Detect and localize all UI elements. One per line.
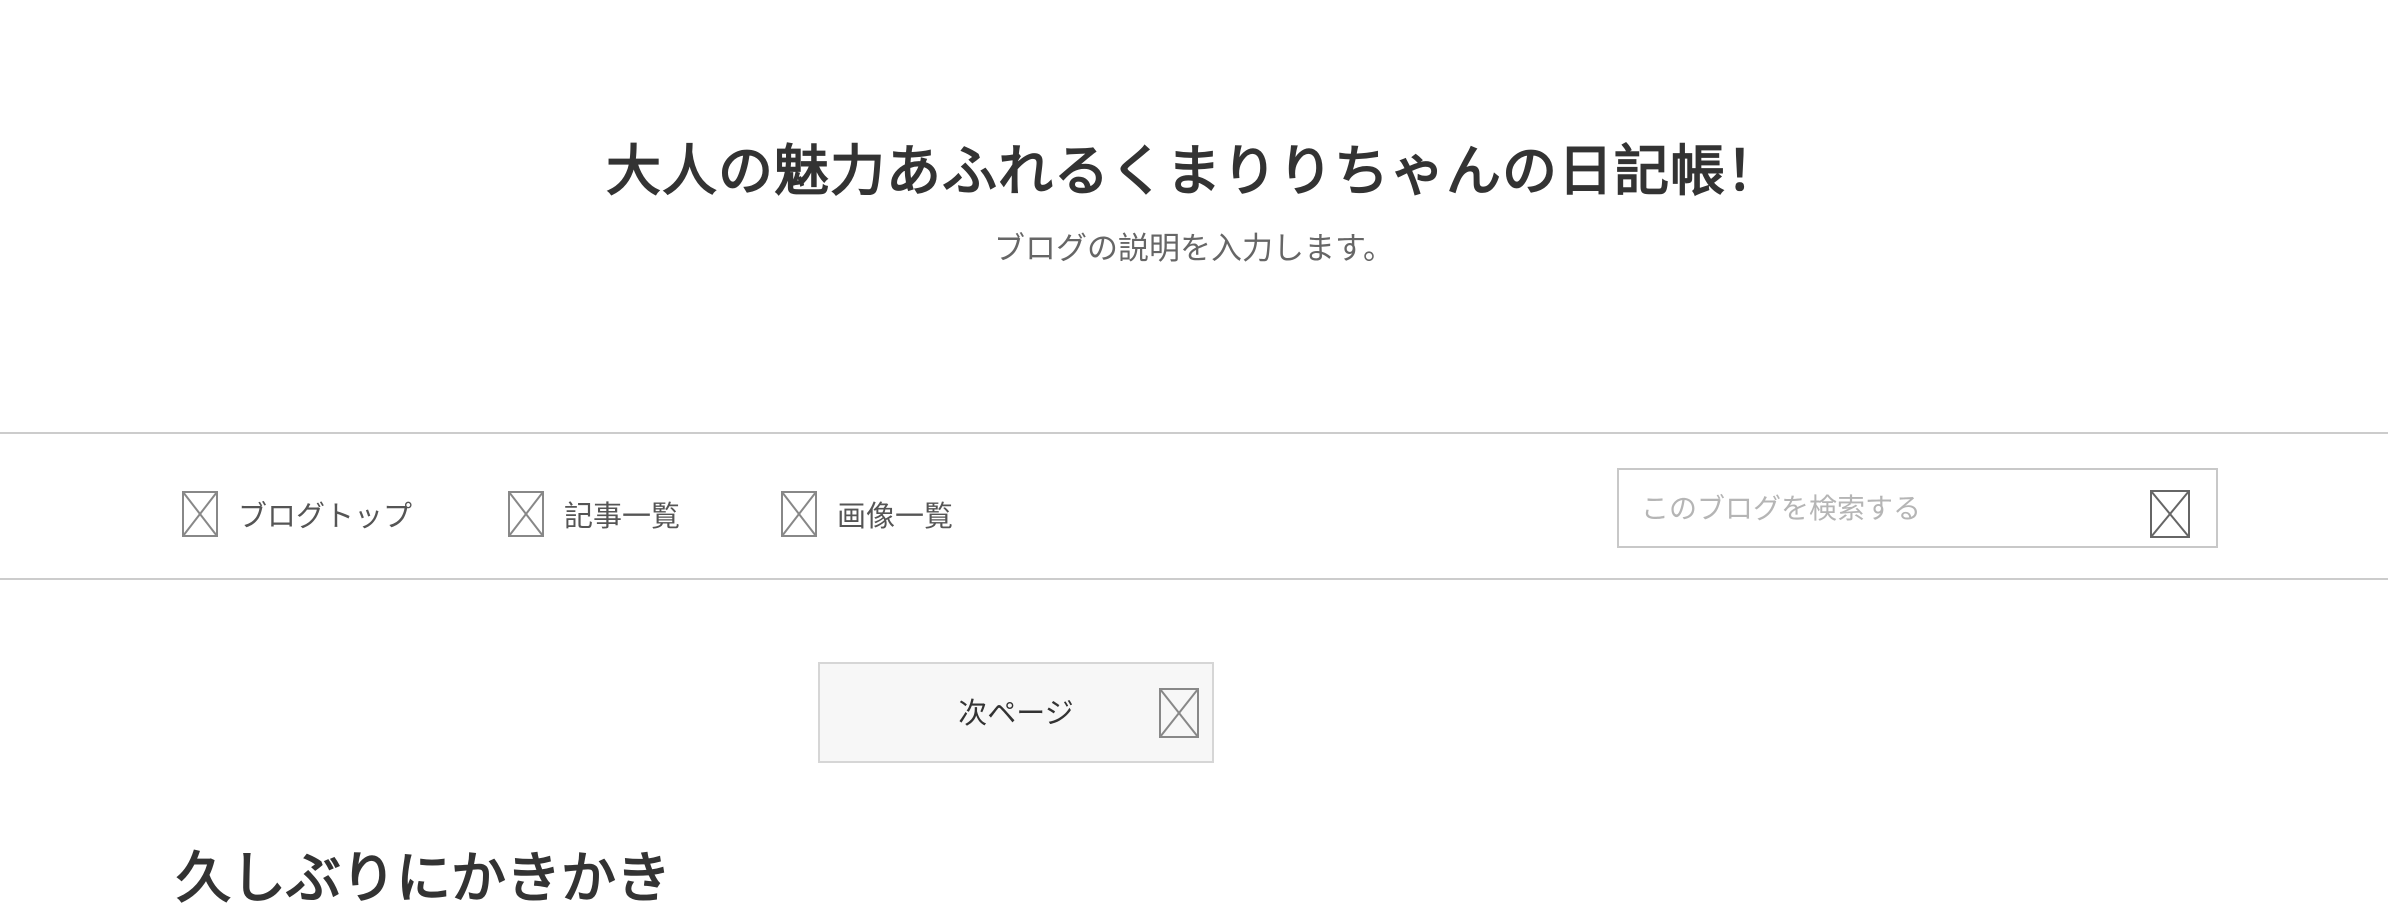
blog-title[interactable]: 大人の魅力あふれるくまりりちゃんの日記帳！ [0,132,2388,210]
nav-item-entry-list[interactable]: 記事一覧 [508,490,680,538]
blog-description: ブログの説明を入力します。 [994,231,1394,267]
next-page-label: 次ページ [958,696,1074,730]
global-nav: ブログトップ 記事一覧 画像一覧 [0,432,2388,580]
nav-item-blog-top[interactable]: ブログトップ [182,490,412,538]
blog-search-box [1617,468,2218,548]
nav-item-label: 記事一覧 [564,499,681,533]
broken-image-icon [781,491,817,537]
search-button[interactable] [2150,490,2190,538]
broken-image-icon [182,491,218,537]
blog-header: 大人の魅力あふれるくまりりちゃんの日記帳！ ブログの説明を入力します。 [0,0,2388,432]
nav-item-label: 画像一覧 [837,499,954,533]
search-input[interactable] [1619,470,2139,546]
nav-item-label: ブログトップ [238,499,413,533]
article-title[interactable]: 久しぶりにかきかき [176,838,671,918]
next-page-button[interactable]: 次ページ [818,662,1214,763]
broken-image-icon [508,491,544,537]
broken-image-icon [1159,688,1199,738]
nav-item-image-list[interactable]: 画像一覧 [781,490,953,538]
broken-image-icon [2150,490,2190,538]
